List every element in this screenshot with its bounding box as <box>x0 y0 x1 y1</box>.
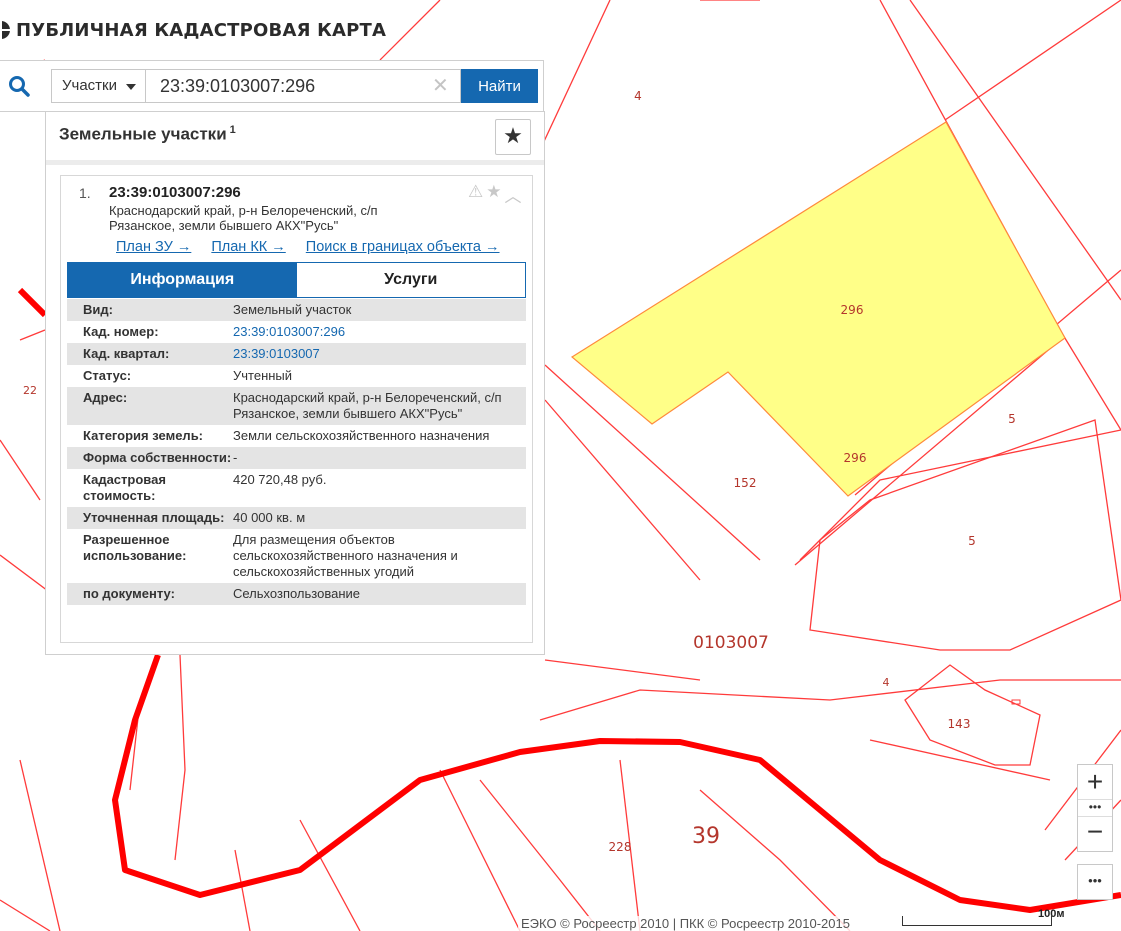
results-panel: Земельные участки 1 ★ 1. 23:39:0103007:29… <box>45 111 545 655</box>
app-title: ПУБЛИЧНАЯ КАДАСТРОВАЯ КАРТА <box>16 19 387 41</box>
row-label: Разрешенное использование: <box>83 532 187 563</box>
table-row: Кад. номер: 23:39:0103007:296 <box>67 321 526 343</box>
zoom-level-dots[interactable]: ••• <box>1078 799 1112 817</box>
row-value: 420 720,48 руб. <box>233 472 327 487</box>
map-label-22: 22 <box>23 384 37 397</box>
link-plan-kk[interactable]: План КК → <box>211 239 285 255</box>
app-header: ПУБЛИЧНАЯ КАДАСТРОВАЯ КАРТА <box>0 14 386 46</box>
info-tabs: Информация Услуги <box>67 262 526 298</box>
row-value: - <box>233 450 238 465</box>
row-value: Краснодарский край, р-н Белореченский, с… <box>233 390 502 421</box>
map-label-143: 143 <box>948 717 971 731</box>
scale-bar <box>902 916 1052 926</box>
table-row: Форма собственности: - <box>67 447 526 469</box>
map-label-5: 5 <box>1008 412 1016 426</box>
result-links: План ЗУ → План КК → Поиск в границах объ… <box>116 239 516 255</box>
row-label: Адрес: <box>83 390 128 405</box>
search-input[interactable] <box>145 69 461 103</box>
table-row: Категория земель: Земли сельскохозяйстве… <box>67 425 526 447</box>
favorites-button[interactable]: ★ <box>495 119 531 155</box>
row-label: Форма собственности: <box>83 450 232 465</box>
map-attribution: ЕЭКО © Росреестр 2010 | ПКК © Росреестр … <box>518 916 853 931</box>
row-label: Кад. квартал: <box>83 346 170 361</box>
table-row: Статус: Учтенный <box>67 365 526 387</box>
zoom-control: + ••• − <box>1077 764 1113 852</box>
zoom-out-button[interactable]: − <box>1078 817 1112 851</box>
table-row: Адрес: Краснодарский край, р-н Белоречен… <box>67 387 526 425</box>
scale-label: 100м <box>1038 908 1065 920</box>
table-row: Разрешенное использование: Для размещени… <box>67 529 526 583</box>
map-label-296-second: 296 <box>844 451 867 465</box>
row-value: Для размещения объектов сельскохозяйстве… <box>233 532 458 579</box>
row-value: 40 000 кв. м <box>233 510 306 525</box>
chevron-down-icon <box>126 84 136 90</box>
map-label-296: 296 <box>841 303 864 317</box>
search-icon[interactable] <box>8 75 30 97</box>
search-bar: Участки ✕ Найти <box>0 60 544 112</box>
map-label-4-small: 4 <box>883 676 890 689</box>
find-button[interactable]: Найти <box>461 69 538 103</box>
result-address: Краснодарский край, р-н Белореченский, с… <box>109 203 378 233</box>
row-value: Земли сельскохозяйственного назначения <box>233 428 490 443</box>
map-label-5-second: 5 <box>968 534 976 548</box>
result-count: 1 <box>229 124 236 136</box>
warning-icon[interactable]: ⚠ <box>468 182 483 207</box>
link-plan-zu[interactable]: План ЗУ → <box>116 239 191 255</box>
search-type-select[interactable]: Участки <box>51 69 146 103</box>
table-row: по документу: Сельхозпользование <box>67 583 526 605</box>
star-icon: ★ <box>503 123 523 148</box>
zoom-in-button[interactable]: + <box>1078 765 1112 799</box>
row-value: Сельхозпользование <box>233 586 360 601</box>
cadastral-number-link[interactable]: 23:39:0103007:296 <box>233 324 523 340</box>
table-row: Вид: Земельный участок <box>67 299 526 321</box>
row-label: по документу: <box>83 586 175 601</box>
result-title[interactable]: 23:39:0103007:296 <box>109 184 241 201</box>
map-label-228: 228 <box>609 840 632 854</box>
row-value: Земельный участок <box>233 302 352 317</box>
row-label: Вид: <box>83 302 113 317</box>
cadastral-quarter-link[interactable]: 23:39:0103007 <box>233 346 523 362</box>
row-label: Кадастровая стоимость: <box>83 472 166 503</box>
row-label: Уточненная площадь: <box>83 510 225 525</box>
row-label: Кад. номер: <box>83 324 159 339</box>
row-label: Категория земель: <box>83 428 204 443</box>
link-search-in-bounds[interactable]: Поиск в границах объекта → <box>306 239 500 255</box>
info-table: Вид: Земельный участок Кад. номер: 23:39… <box>67 299 526 605</box>
tab-information[interactable]: Информация <box>68 263 297 297</box>
more-button[interactable]: ••• <box>1077 864 1113 900</box>
clear-icon[interactable]: ✕ <box>432 75 449 97</box>
table-row: Кад. квартал: 23:39:0103007 <box>67 343 526 365</box>
map-label-quarter: 0103007 <box>693 633 769 653</box>
search-type-label: Участки <box>62 77 117 94</box>
map-label-4: 4 <box>634 89 642 103</box>
panel-divider <box>46 160 544 165</box>
chevron-up-icon[interactable]: ︿ <box>505 182 522 207</box>
result-number: 1. <box>79 185 91 201</box>
map-label-152: 152 <box>734 476 757 490</box>
card-actions: ⚠ ★ ︿ <box>468 182 522 207</box>
row-label: Статус: <box>83 368 132 383</box>
panel-title-text: Земельные участки <box>59 124 227 144</box>
table-row: Уточненная площадь: 40 000 кв. м <box>67 507 526 529</box>
panel-title: Земельные участки 1 <box>59 124 236 145</box>
table-row: Кадастровая стоимость: 420 720,48 руб. <box>67 469 526 507</box>
tab-services[interactable]: Услуги <box>296 263 525 297</box>
map-label-district: 39 <box>692 824 720 849</box>
globe-logo-icon <box>0 21 10 39</box>
row-value: Учтенный <box>233 368 293 383</box>
star-icon[interactable]: ★ <box>486 182 501 207</box>
result-card: 1. 23:39:0103007:296 Краснодарский край,… <box>60 175 533 643</box>
